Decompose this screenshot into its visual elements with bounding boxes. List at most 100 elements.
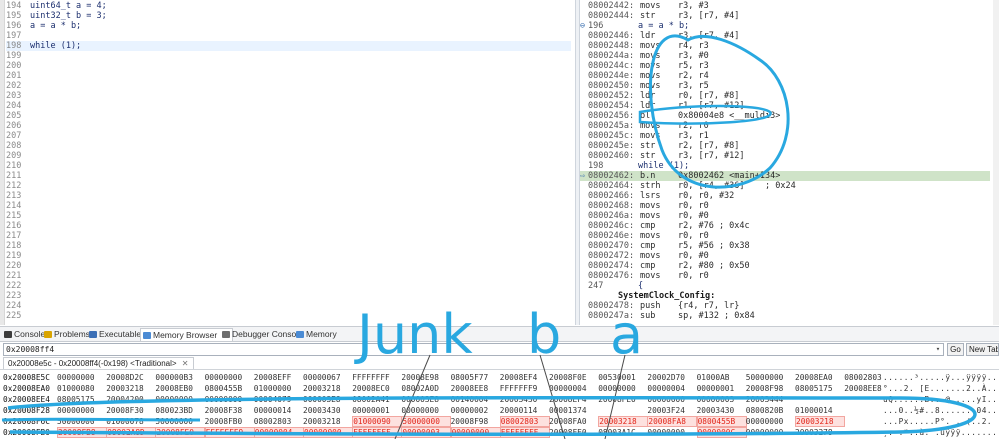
memory-cell[interactable]: 20003218 — [303, 416, 353, 427]
memory-cell[interactable]: 0800455B — [205, 383, 255, 394]
memory-cell[interactable]: 00000000 — [205, 372, 255, 383]
memory-cell[interactable]: 08002A41 — [352, 394, 402, 405]
disassembly-row[interactable]: 0800245a: movs r2, r0 — [580, 121, 990, 131]
source-editor[interactable]: 194 uint64_t a = 4; 195 uint32_t b = 3; 196 a… — [0, 0, 575, 325]
source-line[interactable]: 200 — [6, 61, 571, 71]
source-line[interactable]: 197 — [6, 31, 571, 41]
source-line[interactable]: 222 — [6, 281, 571, 291]
disassembly-row[interactable]: 08002468: movs r0, r0 — [580, 201, 990, 211]
disassembly-row[interactable]: 08002448: movs r4, r3 — [580, 41, 990, 51]
memory-cell[interactable]: 00000000 — [205, 394, 255, 405]
memory-cell[interactable]: 00140004 — [451, 394, 501, 405]
memory-cell[interactable]: 000000B3 — [155, 372, 205, 383]
disassembly-source-line[interactable]: 247 { — [580, 281, 990, 291]
memory-row[interactable]: 0x20008EA0 01000080 20003218 20008EB0 080045… — [0, 383, 999, 394]
source-line[interactable]: 199 — [6, 51, 571, 61]
memory-cell[interactable]: 20003430 — [303, 405, 353, 416]
source-line[interactable]: 201 — [6, 71, 571, 81]
memory-cell[interactable]: 20008F30 — [106, 405, 156, 416]
disassembly-row[interactable]: ⇨ 08002462: b.n 0x8002462 <main+134> — [580, 171, 990, 181]
source-line[interactable]: 206 — [6, 121, 571, 131]
memory-cell[interactable]: 00000000 — [303, 427, 353, 438]
source-line[interactable]: 225 — [6, 311, 571, 321]
tab-problems[interactable]: Problems — [42, 328, 93, 341]
tab-memory-browser[interactable]: Memory Browser ✕ — [140, 328, 233, 341]
source-line[interactable]: 208 — [6, 141, 571, 151]
memory-row[interactable]: 0x20008E5C 00000000 20008D2C 000000B3 000000… — [0, 372, 999, 383]
memory-cell[interactable]: 20008FA0 — [549, 416, 599, 427]
memory-cell[interactable]: 20008FA8 — [647, 416, 698, 427]
memory-cell[interactable]: 20008FB0 — [205, 416, 255, 427]
memory-cell[interactable]: 00000067 — [303, 372, 353, 383]
disassembly-row[interactable]: 08002466: lsrs r0, r0, #32 — [580, 191, 990, 201]
memory-cell[interactable]: 20008FE0 — [155, 427, 206, 438]
memory-cell[interactable]: 00000001 — [352, 405, 402, 416]
memory-cell[interactable]: 20008EFF — [254, 372, 304, 383]
memory-cell[interactable]: 08002803 — [254, 416, 304, 427]
memory-cell[interactable]: 50000000 — [746, 372, 796, 383]
memory-cell[interactable]: 20003218 — [795, 416, 845, 427]
memory-cell[interactable]: 08005F77 — [451, 372, 501, 383]
source-line[interactable]: 223 — [6, 291, 571, 301]
memory-cell[interactable]: FFFFFFFF — [352, 427, 403, 438]
source-line[interactable]: 221 — [6, 271, 571, 281]
memory-cell[interactable]: 20008EF4 — [549, 394, 599, 405]
memory-cell[interactable]: 20008F0E — [549, 372, 599, 383]
disassembly-source-line[interactable]: ⊖ 196 a = a * b; — [580, 21, 990, 31]
memory-cell[interactable]: 08003A1C — [598, 427, 648, 438]
rendering-tab[interactable]: 0x20008e5c - 0x20008ff4(-0x198) <Traditi… — [3, 357, 194, 369]
disassembly-row[interactable]: 08002442: movs r3, #3 — [580, 1, 990, 11]
memory-row[interactable]: 0x20008FB0 20008FB8 08002A8D 20008FE0 FFFFFF… — [0, 427, 999, 438]
disassembly-row[interactable]: 08002474: cmp r2, #80 ; 0x50 — [580, 261, 990, 271]
memory-cell[interactable]: 00000004 — [647, 383, 697, 394]
disassembly-row[interactable]: 0800246e: movs r0, r0 — [580, 231, 990, 241]
memory-cell[interactable]: 20000114 — [500, 405, 550, 416]
source-line[interactable]: 214 — [6, 201, 571, 211]
memory-cell[interactable]: 00000014 — [254, 405, 304, 416]
disassembly-scrollbar[interactable] — [993, 0, 999, 325]
source-line[interactable]: 207 — [6, 131, 571, 141]
memory-cell[interactable]: 00000002 — [451, 405, 501, 416]
memory-row[interactable]: 0x20008F6C 50000000 01000078 50000000 20008F… — [0, 416, 999, 427]
source-line[interactable]: 215 — [6, 211, 571, 221]
disassembly-row[interactable]: 08002444: str r3, [r7, #4] — [580, 11, 990, 21]
memory-cell[interactable]: 20008FB8 — [57, 427, 107, 438]
source-line[interactable]: 218 — [6, 241, 571, 251]
memory-cell[interactable]: 50000000 — [155, 416, 205, 427]
disassembly-row[interactable]: 08002470: cmp r5, #56 ; 0x38 — [580, 241, 990, 251]
source-line[interactable]: 210 — [6, 161, 571, 171]
memory-cell[interactable]: 01000000 — [254, 383, 304, 394]
memory-cell[interactable]: 20003218 — [106, 383, 156, 394]
disassembly-row[interactable]: 0800244c: movs r5, r3 — [580, 61, 990, 71]
memory-cell[interactable]: 080023BD — [155, 405, 205, 416]
source-line[interactable]: 195 uint32_t b = 3; — [6, 11, 571, 21]
memory-cell[interactable]: 20003430 — [697, 405, 747, 416]
go-button[interactable]: Go — [947, 343, 964, 356]
source-line[interactable]: 202 — [6, 81, 571, 91]
memory-cell[interactable]: 00000003 — [401, 427, 452, 438]
memory-cell[interactable]: 00000000 — [401, 405, 451, 416]
memory-cell[interactable]: 20003278 — [795, 427, 845, 438]
memory-cell[interactable]: 08005175 — [795, 383, 845, 394]
memory-cell[interactable]: 20008E98 — [401, 372, 451, 383]
memory-cell[interactable]: 08002A8D — [106, 427, 157, 438]
memory-cell[interactable]: FFFFFFFF — [499, 427, 550, 438]
source-line[interactable]: 217 — [6, 231, 571, 241]
memory-cell[interactable]: 00000000 — [57, 372, 107, 383]
memory-cell[interactable]: 00000000 — [450, 427, 501, 438]
disassembly-row[interactable]: 0800244e: movs r2, r4 — [580, 71, 990, 81]
memory-cell[interactable]: FFFFFFF9 — [500, 383, 550, 394]
memory-cell[interactable]: 20008F98 — [746, 383, 796, 394]
disassembly-row[interactable]: 0800245c: movs r3, r1 — [580, 131, 990, 141]
source-line[interactable]: 216 — [6, 221, 571, 231]
memory-grid[interactable]: 0x20008E5C 00000000 20008D2C 000000B3 000000… — [0, 370, 999, 439]
memory-cell[interactable]: 01000080 — [57, 383, 107, 394]
memory-cell[interactable]: 20003218 — [598, 416, 649, 427]
tab-debugger-console[interactable]: Debugger Console — [220, 328, 306, 341]
memory-cell[interactable]: 00000000 — [647, 427, 697, 438]
memory-cell[interactable]: 00530001 — [598, 372, 648, 383]
disassembly-row[interactable]: 08002452: ldr r0, [r7, #8] — [580, 91, 990, 101]
memory-cell[interactable]: 20008EA0 — [795, 372, 845, 383]
chevron-down-icon[interactable]: ▾ — [933, 344, 943, 355]
memory-cell[interactable]: 01000014 — [795, 405, 845, 416]
